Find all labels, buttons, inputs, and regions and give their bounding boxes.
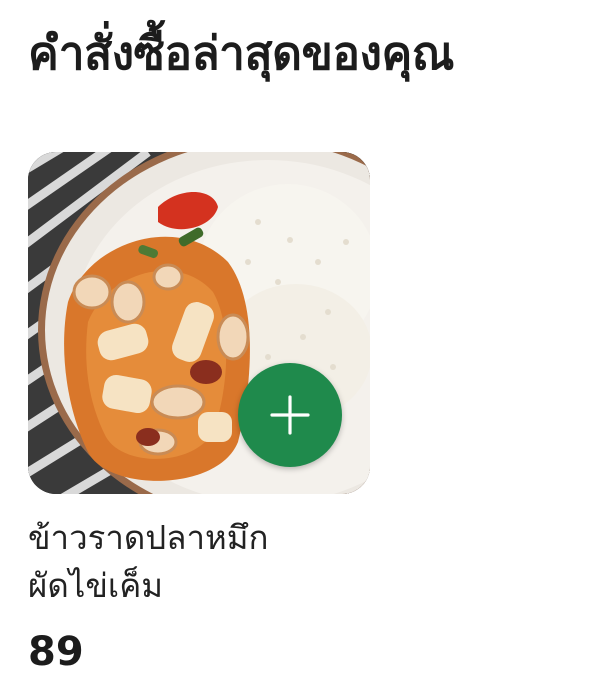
- product-name-line-2: ผัดไข่เค็ม: [28, 566, 164, 605]
- product-name: ข้าวราดปลาหมึก ผัดไข่เค็ม: [28, 514, 408, 610]
- product-name-line-1: ข้าวราดปลาหมึก: [28, 518, 269, 557]
- product-price: 89: [28, 629, 84, 675]
- product-image[interactable]: [28, 152, 370, 494]
- section-title: คำสั่งซื้อล่าสุดของคุณ: [28, 26, 454, 80]
- plus-icon: [270, 395, 310, 435]
- product-card[interactable]: ข้าวราดปลาหมึก ผัดไข่เค็ม 89: [28, 152, 370, 674]
- add-to-cart-button[interactable]: [238, 363, 342, 467]
